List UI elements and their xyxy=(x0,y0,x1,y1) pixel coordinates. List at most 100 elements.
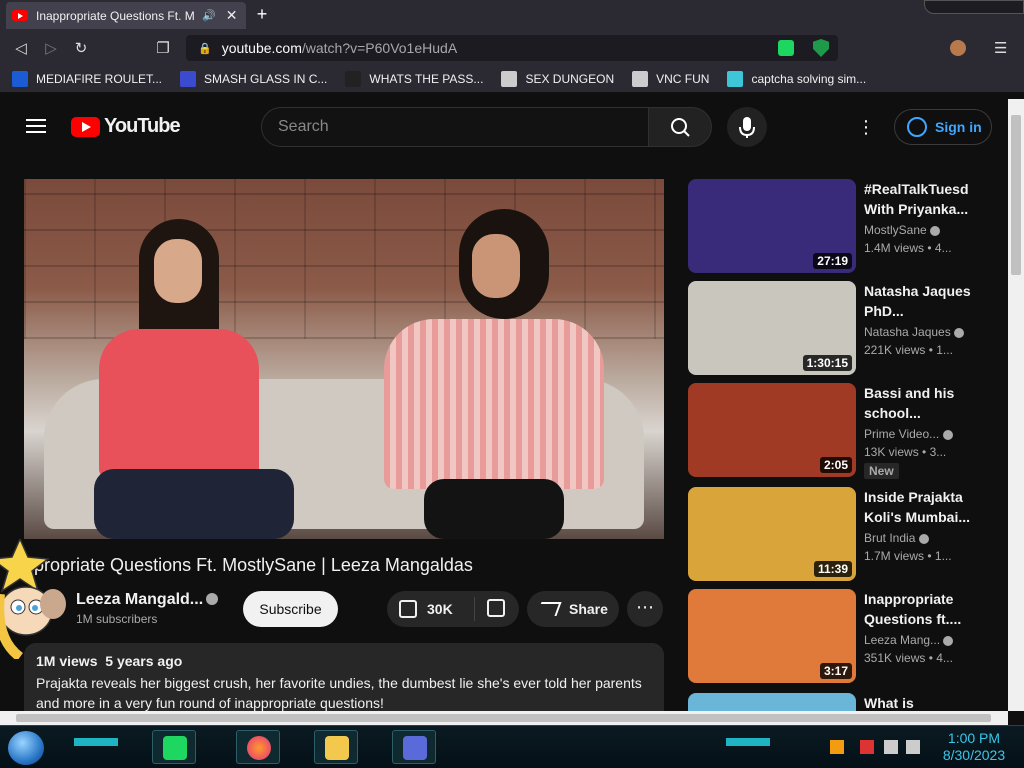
share-button[interactable]: Share xyxy=(527,591,619,627)
recommended-video[interactable]: 11:39 Inside Prajakta Koli's Mumbai... Bru… xyxy=(688,487,998,581)
recommended-views: 221K views • 1... xyxy=(864,343,953,357)
taskbar-app-explorer[interactable] xyxy=(314,730,358,764)
volume-icon[interactable] xyxy=(906,740,920,754)
verified-icon xyxy=(918,533,929,544)
recommended-video[interactable]: 3:17 Inappropriate Questions ft.... Leeza … xyxy=(688,589,998,683)
close-tab-icon[interactable]: ✕ xyxy=(226,7,238,24)
start-button[interactable] xyxy=(8,731,44,765)
search-input[interactable]: Search xyxy=(261,107,649,147)
verified-icon xyxy=(930,225,941,236)
youtube-logo[interactable]: YouTube xyxy=(71,115,181,138)
recommended-title[interactable]: Natasha Jaques PhD... xyxy=(864,281,984,321)
bookmark-item[interactable]: SEX DUNGEON xyxy=(501,70,615,87)
vertical-scrollbar[interactable] xyxy=(1008,99,1024,711)
taskbar-app-notes[interactable] xyxy=(152,730,196,764)
system-clock[interactable]: 1:00 PM 8/30/2023 xyxy=(934,730,1014,764)
thumbs-up-icon xyxy=(399,600,417,618)
reload-icon[interactable]: ↻ xyxy=(66,39,96,57)
video-title: ppropriate Questions Ft. MostlySane | Le… xyxy=(24,555,473,575)
browser-menu-icon[interactable]: ☰ xyxy=(994,39,1007,57)
recommended-thumbnail[interactable] xyxy=(688,693,856,711)
recommended-video[interactable]: 2:05 Bassi and his school... Prime Video..… xyxy=(688,383,998,479)
subscribe-button[interactable]: Subscribe xyxy=(243,591,338,627)
bookmark-label: WHATS THE PASS... xyxy=(369,71,484,86)
bookmark-item[interactable]: WHATS THE PASS... xyxy=(345,70,484,87)
video-person-right xyxy=(364,209,614,539)
forward-icon[interactable]: ▷ xyxy=(36,39,66,57)
bookmark-item[interactable]: MEDIAFIRE ROULET... xyxy=(12,70,162,87)
recommended-thumbnail[interactable]: 27:19 xyxy=(688,179,856,273)
more-actions-button[interactable]: ⋯ xyxy=(627,591,663,627)
search-button[interactable] xyxy=(648,107,712,147)
network-icon[interactable] xyxy=(884,740,898,754)
recommended-views: 351K views • 4... xyxy=(864,651,953,665)
video-player[interactable] xyxy=(24,179,664,539)
taskbar-app-firefox[interactable] xyxy=(236,730,280,764)
recommended-title[interactable]: Inappropriate Questions ft.... xyxy=(864,589,984,629)
speaker-icon[interactable]: 🔊 xyxy=(202,9,216,22)
recommended-thumbnail[interactable]: 11:39 xyxy=(688,487,856,581)
tab-title: Inappropriate Questions Ft. M xyxy=(36,8,195,23)
like-button[interactable]: 30K xyxy=(387,597,475,621)
tab-youtube[interactable]: Inappropriate Questions Ft. M 🔊 ✕ xyxy=(6,2,246,29)
taskbar-decoration xyxy=(74,738,118,746)
sign-in-button[interactable]: Sign in xyxy=(894,109,992,145)
clock-time: 1:00 PM xyxy=(947,730,1001,746)
bookmark-label: SEX DUNGEON xyxy=(525,71,615,86)
youtube-wordmark: YouTube xyxy=(104,115,181,137)
hamburger-menu-icon[interactable] xyxy=(26,119,46,133)
recommended-video[interactable]: 27:19 #RealTalkTuesd With Priyanka... Most… xyxy=(688,179,998,273)
bookmark-page-icon[interactable]: ❐ xyxy=(148,39,178,57)
recommended-title[interactable]: Inside Prajakta Koli's Mumbai... xyxy=(864,487,984,527)
recommended-views: 1.7M views • 1... xyxy=(864,549,952,563)
tray-flag-icon[interactable] xyxy=(860,740,874,754)
tab-bar: Inappropriate Questions Ft. M 🔊 ✕ + xyxy=(0,0,1024,31)
settings-more-icon[interactable]: ⋮ xyxy=(857,117,875,137)
bookmark-favicon-icon xyxy=(12,70,28,87)
new-tab-button[interactable]: + xyxy=(252,5,272,25)
notes-icon xyxy=(163,736,187,760)
bookmark-item[interactable]: SMASH GLASS IN C... xyxy=(180,70,327,87)
verified-icon xyxy=(942,429,953,440)
recommended-title[interactable]: Bassi and his school... xyxy=(864,383,984,423)
video-duration: 3:17 xyxy=(819,663,852,679)
profile-avatar[interactable] xyxy=(950,40,966,56)
navigation-bar: ◁ ▷ ↻ ❐ 🔒 youtube.com/watch?v=P60Vo1eHud… xyxy=(0,31,1024,65)
bookmark-item[interactable]: captcha solving sim... xyxy=(727,70,866,87)
recommended-thumbnail[interactable]: 1:30:15 xyxy=(688,281,856,375)
recommended-channel[interactable]: Leeza Mang... xyxy=(864,633,954,647)
taskbar-decoration xyxy=(726,738,770,746)
horizontal-scrollbar[interactable] xyxy=(0,711,1008,725)
channel-name[interactable]: Leeza Mangald... xyxy=(76,591,203,609)
bookmarks-bar: MEDIAFIRE ROULET... SMASH GLASS IN C... WH… xyxy=(0,65,1024,93)
recommended-channel[interactable]: Brut India xyxy=(864,531,929,545)
tray-app-icon[interactable] xyxy=(830,740,844,754)
voice-search-button[interactable] xyxy=(727,107,767,147)
bookmark-favicon-icon xyxy=(180,70,197,87)
verified-icon xyxy=(943,635,954,646)
recommended-title[interactable]: What is xyxy=(864,693,984,711)
verified-icon xyxy=(206,593,218,605)
recommended-channel[interactable]: Prime Video... xyxy=(864,427,953,441)
microphone-icon xyxy=(739,117,755,138)
recommended-channel[interactable]: Natasha Jaques xyxy=(864,325,965,339)
dislike-button[interactable] xyxy=(475,598,515,620)
taskbar-app-window[interactable] xyxy=(392,730,436,764)
youtube-play-icon xyxy=(71,116,100,137)
extension-green-icon[interactable] xyxy=(778,40,794,56)
lock-icon: 🔒 xyxy=(198,42,212,55)
share-icon xyxy=(536,602,562,616)
recommended-thumbnail[interactable]: 3:17 xyxy=(688,589,856,683)
back-icon[interactable]: ◁ xyxy=(6,39,36,57)
clock-date: 8/30/2023 xyxy=(942,747,1006,763)
recommended-video[interactable]: 1:30:15 Natasha Jaques PhD... Natasha Jaqu… xyxy=(688,281,998,375)
description-box[interactable]: 1M views 5 years ago Prajakta reveals he… xyxy=(24,643,664,711)
recommended-views: 1.4M views • 4... xyxy=(864,241,952,255)
recommended-thumbnail[interactable]: 2:05 xyxy=(688,383,856,477)
recommended-video[interactable]: What is xyxy=(688,693,998,711)
address-bar[interactable]: 🔒 youtube.com/watch?v=P60Vo1eHudA xyxy=(186,35,838,61)
recommended-channel[interactable]: MostlySane xyxy=(864,223,941,237)
channel-avatar[interactable] xyxy=(40,589,66,619)
bookmark-item[interactable]: VNC FUN xyxy=(632,70,709,87)
recommended-title[interactable]: #RealTalkTuesd With Priyanka... xyxy=(864,179,984,219)
